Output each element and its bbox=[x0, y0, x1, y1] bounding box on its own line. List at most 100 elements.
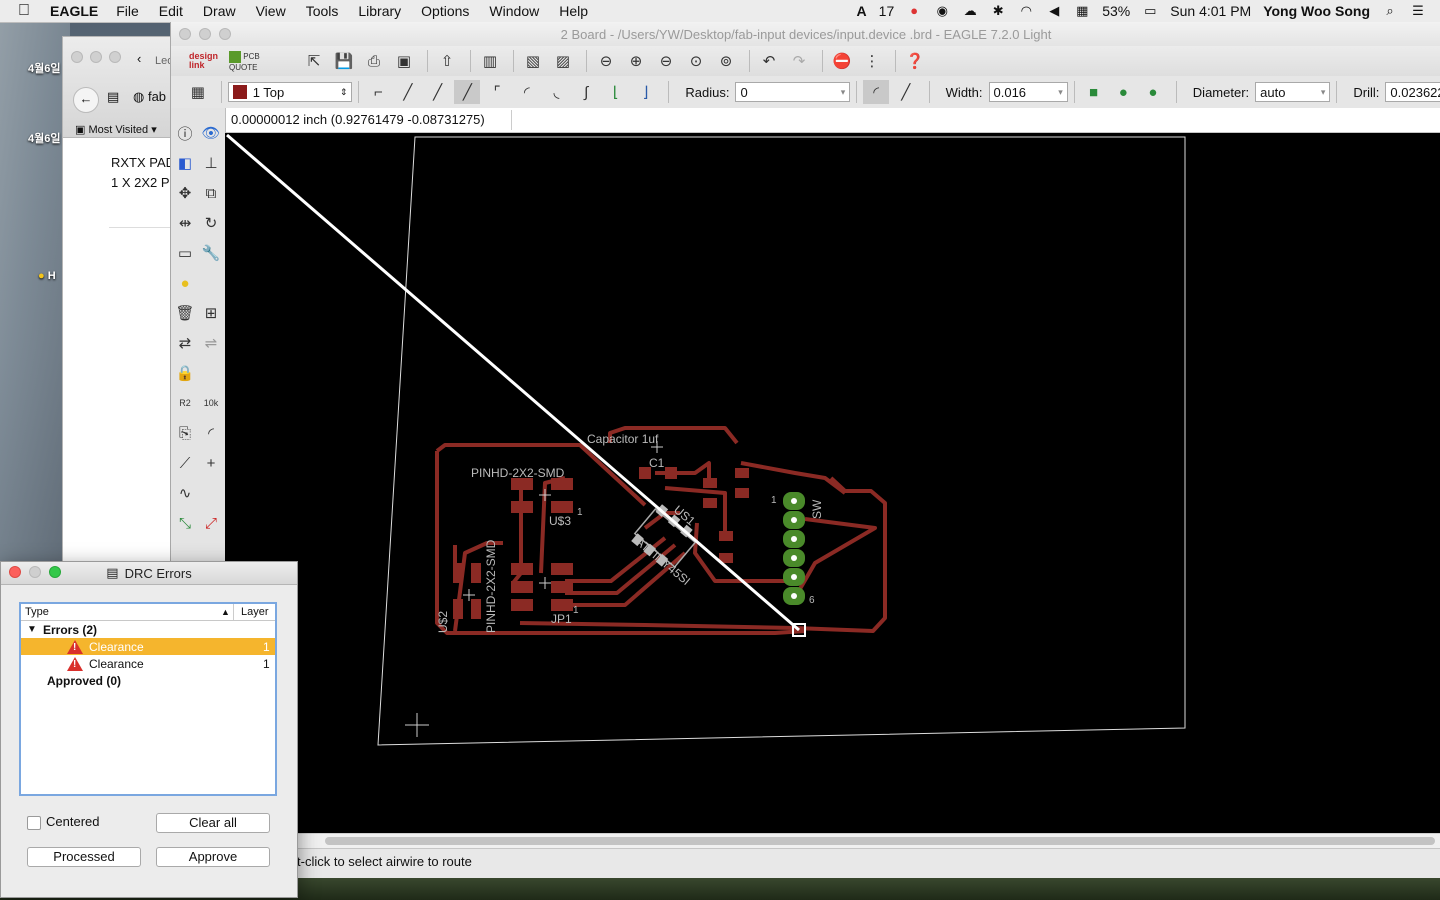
command-line-input[interactable] bbox=[515, 110, 1415, 130]
miter-round-icon[interactable]: ◜ bbox=[863, 80, 889, 104]
diameter-input[interactable]: auto ▾ bbox=[1255, 82, 1331, 102]
zoom-out-icon[interactable]: ⊖ bbox=[653, 49, 679, 73]
volume-icon[interactable]: ◀ bbox=[1046, 4, 1062, 18]
scrollbar-thumb[interactable] bbox=[325, 837, 1435, 845]
add-icon[interactable]: ⊞ bbox=[198, 298, 224, 328]
minimize-icon[interactable] bbox=[29, 566, 41, 578]
zoom-in-icon[interactable]: ⊕ bbox=[623, 49, 649, 73]
error-row[interactable]: Clearance 1 bbox=[21, 655, 275, 672]
rotate-icon[interactable]: ↻ bbox=[198, 208, 224, 238]
centered-checkbox[interactable]: Centered bbox=[27, 814, 99, 830]
ripup-icon[interactable]: ⤢ bbox=[198, 508, 224, 538]
user-name[interactable]: Yong Woo Song bbox=[1263, 3, 1370, 19]
info-icon[interactable]: ⓘ bbox=[172, 118, 198, 148]
layer-select[interactable]: 1 Top ⇕ bbox=[227, 82, 353, 102]
tree-group-approved[interactable]: Approved (0) bbox=[21, 672, 275, 689]
wire-bend-arc-icon[interactable]: ◜ bbox=[514, 80, 540, 104]
stop-icon[interactable]: ⛔ bbox=[829, 49, 855, 73]
wire-bend-45-icon[interactable]: ╱ bbox=[395, 80, 421, 104]
minimize-icon[interactable] bbox=[199, 28, 211, 40]
upload-icon[interactable]: ⇧ bbox=[434, 49, 460, 73]
board-schematic-switch-icon[interactable]: ▨ bbox=[550, 49, 576, 73]
menu-edit[interactable]: Edit bbox=[159, 3, 183, 19]
notification-center-icon[interactable]: ☰ bbox=[1410, 4, 1426, 18]
spotlight-search-icon[interactable]: ⌕ bbox=[1382, 4, 1398, 18]
wire-bend-green-icon[interactable]: ⌊ bbox=[603, 80, 629, 104]
group-icon[interactable]: ▭ bbox=[172, 238, 198, 268]
redraw-icon[interactable]: ⊙ bbox=[683, 49, 709, 73]
close-icon[interactable] bbox=[9, 566, 21, 578]
drill-input[interactable]: 0.023622 bbox=[1385, 82, 1440, 102]
menu-view[interactable]: View bbox=[256, 3, 286, 19]
lock-icon[interactable]: 🔒 bbox=[172, 358, 198, 388]
adobe-icon[interactable]: A bbox=[857, 3, 867, 19]
wire-bend-90-icon[interactable]: ⌐ bbox=[365, 80, 391, 104]
menu-app-name[interactable]: EAGLE bbox=[50, 3, 98, 19]
save-icon[interactable]: 💾 bbox=[331, 49, 357, 73]
menu-tools[interactable]: Tools bbox=[306, 3, 339, 19]
cloud-icon[interactable]: ☁ bbox=[962, 4, 978, 18]
menu-draw[interactable]: Draw bbox=[203, 3, 236, 19]
menu-library[interactable]: Library bbox=[358, 3, 401, 19]
show-icon[interactable]: 👁 bbox=[198, 118, 224, 148]
disclosure-triangle-icon[interactable]: ▼ bbox=[21, 624, 43, 635]
name-icon[interactable]: R2 bbox=[172, 388, 198, 418]
change-icon[interactable]: 🔧 bbox=[198, 238, 224, 268]
column-type[interactable]: Type bbox=[25, 606, 49, 618]
maximize-icon[interactable] bbox=[219, 28, 231, 40]
drc-error-list[interactable]: Type ▲ Layer ▼ Errors (2) Clearance 1 Cl… bbox=[19, 602, 277, 796]
processed-button[interactable]: Processed bbox=[27, 847, 141, 867]
horizontal-scrollbar[interactable] bbox=[225, 833, 1440, 848]
close-icon[interactable] bbox=[71, 51, 83, 63]
radius-input[interactable]: 0 ▾ bbox=[735, 82, 851, 102]
maximize-icon[interactable] bbox=[49, 566, 61, 578]
via-octagon-icon[interactable]: ● bbox=[1140, 80, 1166, 104]
ulp-icon[interactable]: ▥ bbox=[477, 49, 503, 73]
help-icon[interactable]: ❓ bbox=[902, 49, 928, 73]
move-icon[interactable]: ✥ bbox=[172, 178, 198, 208]
checkbox-box[interactable] bbox=[27, 815, 41, 830]
eye-icon[interactable]: ◉ bbox=[934, 4, 950, 18]
miter-straight-icon[interactable]: ╱ bbox=[893, 80, 919, 104]
menu-help[interactable]: Help bbox=[559, 3, 588, 19]
cam-processor-icon[interactable]: ▣ bbox=[391, 49, 417, 73]
go-icon[interactable]: ⋮ bbox=[859, 49, 885, 73]
clock[interactable]: Sun 4:01 PM bbox=[1170, 3, 1251, 19]
meander-icon[interactable]: ∿ bbox=[172, 478, 198, 508]
board-canvas[interactable]: Capacitor 1uf C1 PINHD-2X2-SMD U$3 1 US1… bbox=[225, 133, 1440, 833]
menu-options[interactable]: Options bbox=[421, 3, 469, 19]
creative-cloud-icon[interactable]: ● bbox=[906, 4, 922, 18]
sort-arrow-icon[interactable]: ▲ bbox=[221, 607, 230, 617]
split-icon[interactable]: ⟋ bbox=[172, 448, 198, 478]
designlink-logo[interactable]: design link bbox=[189, 52, 229, 70]
column-layer[interactable]: Layer bbox=[241, 606, 269, 618]
grid-icon[interactable]: ▦ bbox=[185, 80, 211, 104]
wire-bend-blue-icon[interactable]: ⌋ bbox=[633, 80, 659, 104]
miter-icon[interactable]: ◜ bbox=[198, 418, 224, 448]
maximize-icon[interactable] bbox=[109, 51, 121, 63]
optimize-icon[interactable]: + bbox=[198, 448, 224, 478]
wire-bend-straight-icon[interactable]: ╱ bbox=[425, 80, 451, 104]
wifi-icon[interactable]: ◠ bbox=[1018, 4, 1034, 18]
script-icon[interactable]: ▧ bbox=[520, 49, 546, 73]
bluetooth-icon[interactable]: ✱ bbox=[990, 4, 1006, 18]
width-input[interactable]: 0.016 ▾ bbox=[988, 82, 1068, 102]
mirror-icon[interactable]: ⇹ bbox=[172, 208, 198, 238]
print-icon[interactable]: ⎙ bbox=[361, 49, 387, 73]
via-round-icon[interactable]: ● bbox=[1110, 80, 1136, 104]
redo-icon[interactable]: ↷ bbox=[786, 49, 812, 73]
clear-all-button[interactable]: Clear all bbox=[156, 813, 270, 833]
close-icon[interactable] bbox=[179, 28, 191, 40]
smash-icon[interactable]: ⎘ bbox=[172, 418, 198, 448]
back-button[interactable]: ← bbox=[73, 87, 99, 113]
battery-icon[interactable]: ▭ bbox=[1142, 4, 1158, 18]
zoom-select-icon[interactable]: ⊚ bbox=[713, 49, 739, 73]
error-row[interactable]: Clearance 1 bbox=[21, 638, 275, 655]
wire-bend-s-icon[interactable]: ∫ bbox=[573, 80, 599, 104]
tree-group-errors[interactable]: ▼ Errors (2) bbox=[21, 621, 275, 638]
mark-icon[interactable]: ⊥ bbox=[198, 148, 224, 178]
address-bar[interactable]: ◍ fab bbox=[133, 89, 166, 105]
zoom-fit-icon[interactable]: ⊖ bbox=[593, 49, 619, 73]
menu-window[interactable]: Window bbox=[489, 3, 539, 19]
minimize-icon[interactable] bbox=[90, 51, 102, 63]
